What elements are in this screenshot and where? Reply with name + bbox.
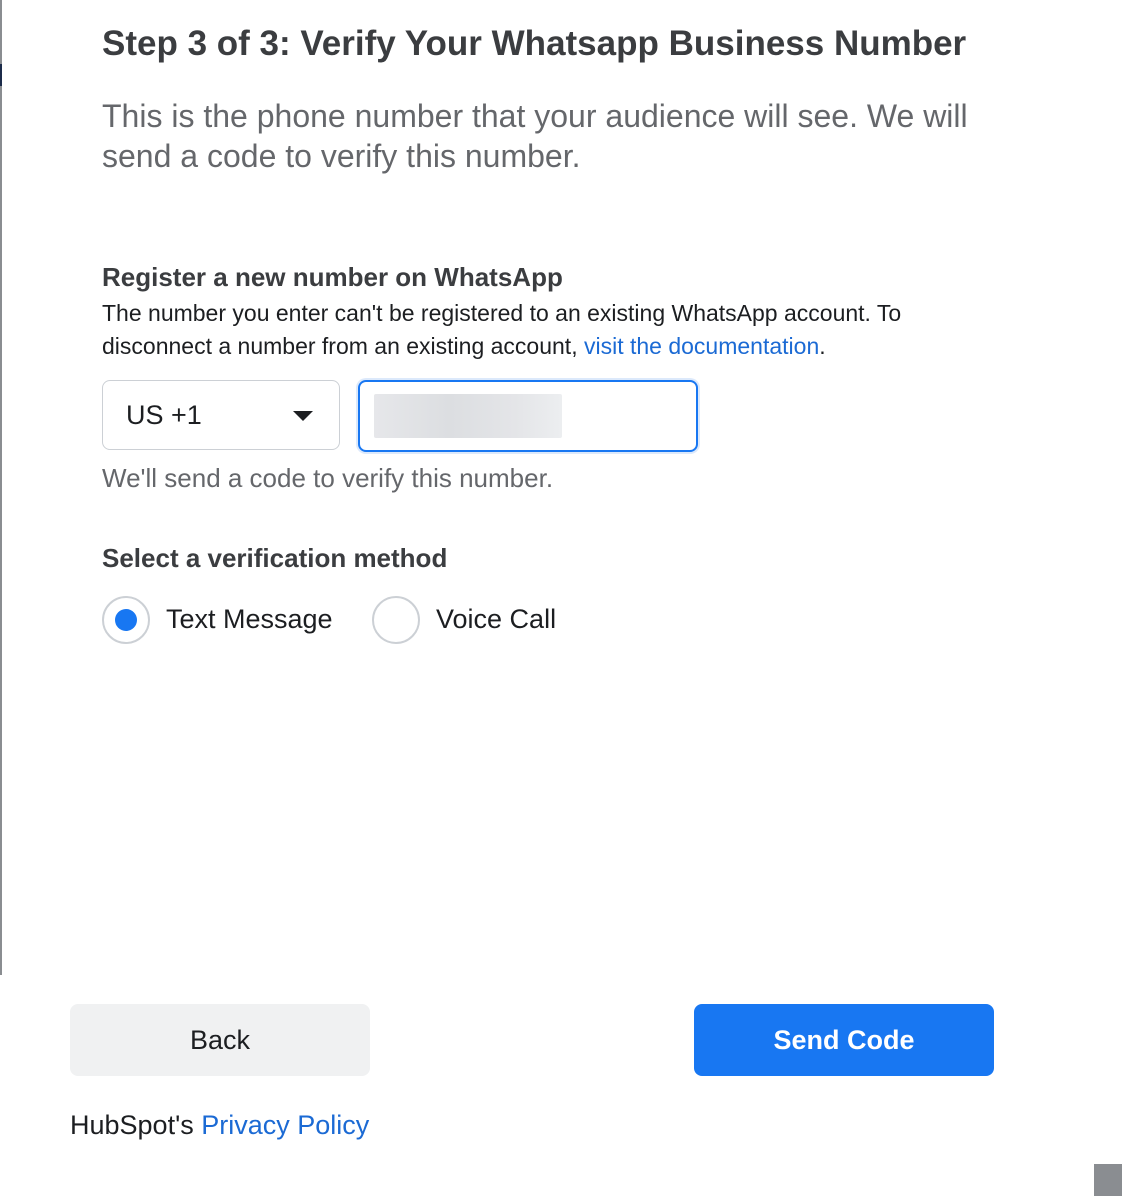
privacy-footer: HubSpot's Privacy Policy — [70, 1110, 369, 1141]
radio-selected-dot — [115, 609, 137, 631]
country-code-select[interactable]: US +1 — [102, 380, 340, 450]
page-subtitle: This is the phone number that your audie… — [102, 98, 968, 174]
phone-helper-text: We'll send a code to verify this number. — [102, 463, 554, 493]
register-description-period: . — [819, 333, 826, 359]
text-message-radio[interactable] — [102, 596, 150, 644]
voice-call-label[interactable]: Voice Call — [436, 604, 556, 635]
phone-number-field[interactable] — [358, 380, 698, 452]
footer-prefix: HubSpot's — [70, 1110, 202, 1140]
window-edge-accent — [0, 64, 2, 86]
text-message-label[interactable]: Text Message — [166, 604, 333, 635]
back-button[interactable]: Back — [70, 1004, 370, 1076]
verify-number-dialog: Step 3 of 3: Verify Your Whatsapp Busine… — [0, 0, 1122, 1196]
voice-call-radio[interactable] — [372, 596, 420, 644]
resize-handle[interactable] — [1094, 1164, 1122, 1196]
send-code-button[interactable]: Send Code — [694, 1004, 994, 1076]
privacy-policy-link[interactable]: Privacy Policy — [201, 1110, 369, 1140]
redacted-phone-number — [374, 394, 562, 438]
caret-down-icon — [293, 411, 313, 421]
register-heading: Register a new number on WhatsApp — [102, 262, 563, 292]
page-title: Step 3 of 3: Verify Your Whatsapp Busine… — [102, 24, 967, 63]
documentation-link[interactable]: visit the documentation — [584, 333, 819, 359]
verification-method-heading: Select a verification method — [102, 543, 448, 573]
register-description: The number you enter can't be registered… — [102, 297, 1002, 363]
window-edge — [0, 0, 2, 975]
country-code-value: US +1 — [126, 400, 202, 430]
